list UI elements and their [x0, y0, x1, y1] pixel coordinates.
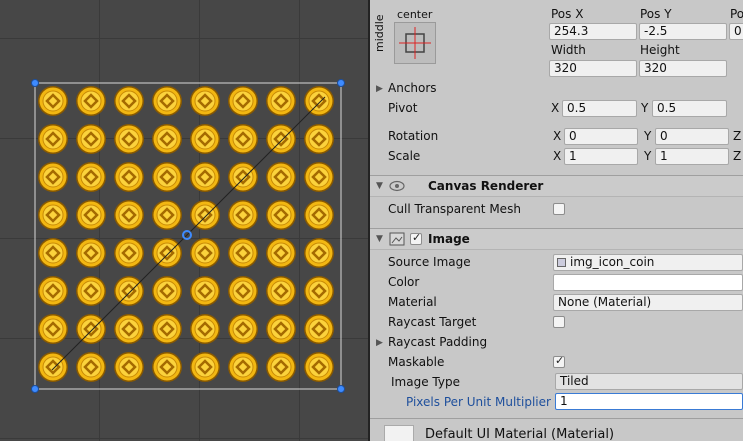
- anchor-preset-button[interactable]: [394, 22, 436, 64]
- image-enabled-checkbox[interactable]: ✓: [410, 231, 422, 245]
- ppu-multiplier-field[interactable]: 1: [555, 393, 743, 410]
- rotation-label: Rotation: [388, 129, 439, 143]
- color-label: Color: [388, 275, 420, 289]
- rect-gizmo: [34, 82, 342, 390]
- cull-transparent-mesh-checkbox[interactable]: [553, 203, 565, 215]
- raycast-target-checkbox[interactable]: [553, 316, 565, 328]
- anchors-foldout-arrow-icon[interactable]: ▶: [376, 84, 383, 94]
- source-image-label: Source Image: [388, 255, 471, 269]
- image-type-label: Image Type: [391, 375, 460, 389]
- pivot-label: Pivot: [388, 101, 418, 115]
- scene-view[interactable]: [0, 0, 368, 441]
- source-image-value: img_icon_coin: [570, 255, 655, 269]
- pos-y-field[interactable]: -2.5: [639, 23, 727, 40]
- pos-x-label: Pos X: [551, 7, 584, 21]
- rotation-x-field[interactable]: 0: [564, 128, 638, 145]
- scale-x-field[interactable]: 1: [564, 148, 638, 165]
- scale-y-field[interactable]: 1: [655, 148, 729, 165]
- pos-y-label: Pos Y: [640, 7, 672, 21]
- image-foldout-arrow-icon[interactable]: ▼: [376, 234, 383, 244]
- scale-z-label: Z: [733, 149, 742, 163]
- pivot-y-label: Y: [641, 101, 649, 115]
- image-component-header[interactable]: ▼ ✓ Image: [370, 228, 743, 250]
- ppu-multiplier-label: Pixels Per Unit Multiplier: [406, 395, 551, 409]
- pivot-x-label: X: [551, 101, 560, 115]
- image-type-dropdown[interactable]: Tiled: [555, 373, 743, 390]
- image-component-icon: [389, 232, 405, 246]
- material-field[interactable]: None (Material): [553, 294, 743, 311]
- anchors-label[interactable]: Anchors: [388, 81, 437, 95]
- canvas-renderer-title: Canvas Renderer: [428, 179, 544, 193]
- pos-z-label: Po: [730, 7, 743, 21]
- pivot-y-field[interactable]: 0.5: [652, 100, 727, 117]
- corner-handle-top-right[interactable]: [337, 79, 345, 87]
- corner-handle-bottom-left[interactable]: [31, 385, 39, 393]
- anchor-vertical-label: middle: [373, 14, 386, 52]
- raycast-padding-label[interactable]: Raycast Padding: [388, 335, 487, 349]
- footer-divider: [370, 418, 743, 419]
- height-label: Height: [640, 43, 680, 57]
- raycast-padding-foldout-arrow-icon[interactable]: ▶: [376, 338, 383, 348]
- rotation-z-label: Z: [733, 129, 742, 143]
- color-field[interactable]: [553, 274, 743, 291]
- pos-z-field[interactable]: 0: [729, 23, 743, 40]
- pos-x-field[interactable]: 254.3: [549, 23, 637, 40]
- scale-y-label: Y: [644, 149, 652, 163]
- width-label: Width: [551, 43, 586, 57]
- height-field[interactable]: 320: [639, 60, 727, 77]
- canvas-renderer-header[interactable]: ▼ Canvas Renderer: [370, 175, 743, 197]
- scale-label: Scale: [388, 149, 421, 163]
- corner-handle-bottom-right[interactable]: [337, 385, 345, 393]
- cull-transparent-mesh-label: Cull Transparent Mesh: [388, 202, 521, 216]
- raycast-target-label: Raycast Target: [388, 315, 477, 329]
- canvas-renderer-eye-icon: [389, 180, 405, 192]
- source-image-field[interactable]: img_icon_coin: [553, 254, 743, 271]
- image-title: Image: [428, 232, 470, 246]
- corner-handle-top-left[interactable]: [31, 79, 39, 87]
- anchor-horizontal-label: center: [397, 8, 433, 21]
- anchor-preset-icon: [399, 27, 431, 59]
- rotation-y-label: Y: [644, 129, 652, 143]
- maskable-checkbox[interactable]: ✓: [553, 354, 565, 368]
- pivot-handle[interactable]: [182, 230, 192, 240]
- inspector-panel: center middle Pos X Pos Y Po 254.3 -2.5 …: [370, 0, 743, 441]
- default-material-name[interactable]: Default UI Material (Material): [425, 427, 614, 441]
- width-field[interactable]: 320: [549, 60, 637, 77]
- rotation-x-label: X: [553, 129, 562, 143]
- rotation-y-field[interactable]: 0: [655, 128, 729, 145]
- material-preview-icon: [384, 425, 414, 441]
- canvas-renderer-foldout-arrow-icon[interactable]: ▼: [376, 181, 383, 191]
- material-label: Material: [388, 295, 437, 309]
- scale-x-label: X: [553, 149, 562, 163]
- sprite-icon: [557, 258, 566, 267]
- maskable-label: Maskable: [388, 355, 445, 369]
- pivot-x-field[interactable]: 0.5: [562, 100, 637, 117]
